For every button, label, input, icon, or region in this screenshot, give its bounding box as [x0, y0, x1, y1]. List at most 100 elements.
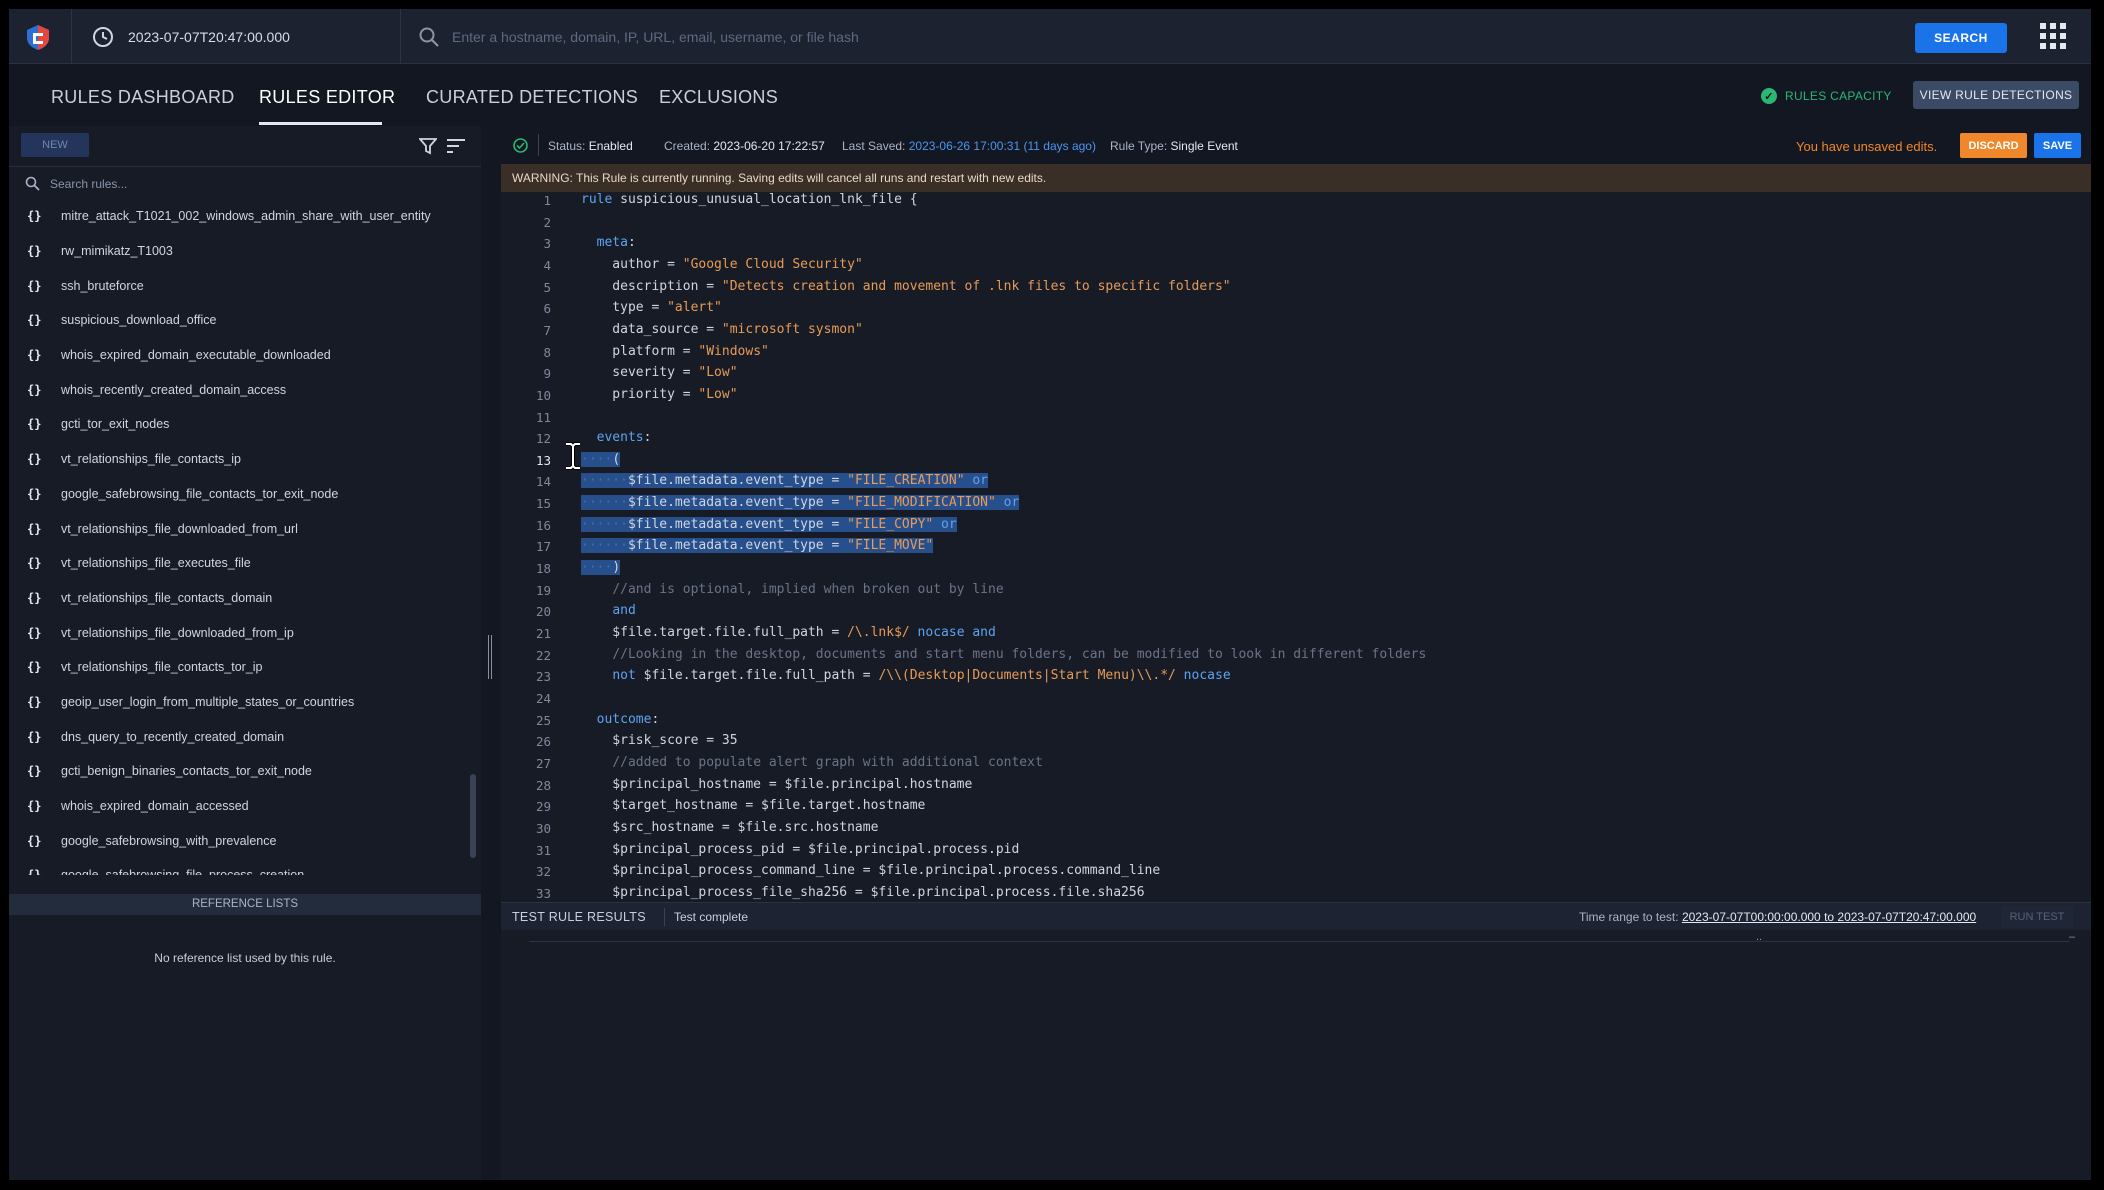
code-line[interactable]: ····( [581, 451, 621, 467]
time-selector[interactable]: 2023-07-07T20:47:00.000 [71, 9, 401, 64]
code-line[interactable]: outcome: [581, 712, 660, 727]
rule-list-scrollbar[interactable] [470, 774, 476, 858]
rule-list-item[interactable]: {} ssh_bruteforce [9, 268, 469, 303]
rule-list-item[interactable]: {} google_safebrowsing_file_contacts_tor_… [9, 477, 469, 512]
code-line[interactable]: //Looking in the desktop, documents and … [581, 647, 1426, 662]
code-line[interactable]: ······$file.metadata.event_type = "FILE_… [581, 495, 1020, 511]
code-line[interactable]: description = "Detects creation and move… [581, 279, 1230, 294]
rules-capacity-link[interactable]: ✓ RULES CAPACITY [1761, 88, 1892, 104]
rule-list-item[interactable]: {} whois_expired_domain_executable_downlo… [9, 338, 469, 373]
rule-list-item[interactable]: {} whois_expired_domain_accessed [9, 789, 469, 824]
line-number: 23 [535, 669, 551, 685]
code-line[interactable]: $file.target.file.full_path = /\.lnk$/ n… [581, 625, 996, 640]
rule-list-item[interactable]: {} mitre_attack_T1021_002_windows_admin_s… [9, 199, 469, 234]
rule-list-item[interactable]: {} google_safebrowsing_with_prevalence [9, 823, 469, 858]
rule-list-item[interactable]: {} vt_relationships_file_contacts_tor_ip [9, 650, 469, 685]
code-line[interactable]: $principal_process_command_line = $file.… [581, 863, 1160, 878]
brackets-icon: {} [27, 764, 42, 779]
rule-list-item[interactable]: {} vt_relationships_file_downloaded_from_… [9, 511, 469, 546]
line-number: 22 [535, 647, 551, 663]
apps-grid-icon[interactable] [2040, 23, 2066, 49]
brackets-icon: {} [27, 452, 42, 467]
rule-created: Created: 2023-06-20 17:22:57 [664, 139, 825, 153]
discard-button[interactable]: DISCARD [1960, 133, 2027, 158]
line-number: 21 [535, 626, 551, 641]
rule-list-item[interactable]: {} vt_relationships_file_downloaded_from_… [9, 615, 469, 650]
code-line[interactable]: ······$file.metadata.event_type = "FILE_… [581, 473, 989, 489]
rule-list-item[interactable]: {} dns_query_to_recently_created_domain [9, 719, 469, 754]
rule-list-item[interactable]: {} geoip_user_login_from_multiple_states_… [9, 685, 469, 720]
tab-curated-detections[interactable]: CURATED DETECTIONS [426, 87, 638, 108]
save-button[interactable]: SAVE [2034, 133, 2081, 158]
rule-list-item[interactable]: {} gcti_tor_exit_nodes [9, 407, 469, 442]
code-line[interactable]: platform = "Windows" [581, 344, 769, 359]
rule-list-item[interactable]: {} suspicious_download_office [9, 303, 469, 338]
rule-name: rw_mimikatz_T1003 [61, 244, 173, 259]
new-rule-button[interactable]: NEW [21, 133, 89, 157]
rule-name: gcti_tor_exit_nodes [61, 417, 170, 432]
brackets-icon: {} [27, 244, 42, 259]
rule-list-item[interactable]: {} vt_relationships_file_contacts_ip [9, 442, 469, 477]
code-line[interactable]: meta: [581, 235, 636, 250]
tab-exclusions[interactable]: EXCLUSIONS [659, 87, 778, 108]
global-search-input[interactable] [452, 23, 1892, 51]
code-line[interactable]: severity = "Low" [581, 365, 737, 380]
collapse-handle[interactable]: – [2069, 931, 2075, 943]
resize-handle[interactable]: .. [1756, 931, 1762, 943]
code-line[interactable]: priority = "Low" [581, 387, 737, 402]
tab-rules-editor[interactable]: RULES EDITOR [259, 87, 395, 108]
test-results-title[interactable]: TEST RULE RESULTS [512, 910, 646, 924]
brackets-icon: {} [27, 486, 42, 501]
view-rule-detections-button[interactable]: VIEW RULE DETECTIONS [1913, 81, 2079, 109]
code-line[interactable]: data_source = "microsoft sysmon" [581, 322, 862, 337]
tab-rules-dashboard[interactable]: RULES DASHBOARD [51, 87, 235, 108]
code-line[interactable]: ······$file.metadata.event_type = "FILE_… [581, 538, 934, 554]
code-line[interactable]: author = "Google Cloud Security" [581, 257, 862, 272]
code-line[interactable]: $target_hostname = $file.target.hostname [581, 798, 925, 813]
rule-name: google_safebrowsing_with_prevalence [61, 833, 277, 848]
splitter-handle[interactable] [488, 635, 492, 679]
code-line[interactable]: $src_hostname = $file.src.hostname [581, 820, 878, 835]
code-line[interactable]: ······$file.metadata.event_type = "FILE_… [581, 516, 957, 532]
code-line[interactable]: $principal_hostname = $file.principal.ho… [581, 777, 972, 792]
code-line[interactable]: rule suspicious_unusual_location_lnk_fil… [581, 192, 918, 207]
rule-list-item[interactable]: {} gcti_benign_binaries_contacts_tor_exit… [9, 754, 469, 789]
clock-icon [93, 27, 113, 47]
code-line[interactable]: $principal_process_file_sha256 = $file.p… [581, 885, 1144, 900]
rule-search-input[interactable] [50, 173, 450, 195]
brackets-icon: {} [27, 382, 42, 397]
reference-lists-empty: No reference list used by this rule. [154, 951, 336, 965]
code-line[interactable]: type = "alert" [581, 300, 722, 315]
code-editor[interactable]: 1 rule suspicious_unusual_location_lnk_fi… [501, 192, 2091, 902]
sort-icon[interactable] [446, 137, 466, 155]
line-number: 24 [535, 690, 551, 706]
rule-name: vt_relationships_file_contacts_domain [61, 590, 273, 605]
rule-list-item[interactable]: {} vt_relationships_file_contacts_domain [9, 581, 469, 616]
code-line[interactable]: $risk_score = 35 [581, 733, 737, 748]
brackets-icon: {} [27, 694, 42, 709]
rule-list-item[interactable]: {} whois_recently_created_domain_access [9, 372, 469, 407]
code-line[interactable]: $principal_process_pid = $file.principal… [581, 842, 1019, 857]
run-test-button[interactable]: RUN TEST [2001, 906, 2073, 928]
code-line[interactable]: events: [581, 430, 652, 445]
code-line[interactable]: and [581, 603, 635, 618]
rule-list-item[interactable]: {} vt_relationships_file_executes_file [9, 546, 469, 581]
line-number: 1 [543, 193, 551, 208]
code-line[interactable]: not $file.target.file.full_path = /\\(De… [581, 668, 1230, 683]
search-button[interactable]: SEARCH [1915, 23, 2007, 53]
rule-list-item[interactable]: {} rw_mimikatz_T1003 [9, 234, 469, 269]
panel-splitter[interactable] [481, 126, 501, 1180]
check-circle-icon [513, 138, 528, 153]
test-status: Test complete [674, 910, 749, 924]
code-line[interactable]: //and is optional, implied when broken o… [581, 582, 1003, 597]
line-number: 11 [535, 409, 551, 425]
code-line[interactable]: //added to populate alert graph with add… [581, 755, 1042, 770]
test-results-bar: TEST RULE RESULTS Test complete Time ran… [501, 902, 2091, 930]
time-range-link[interactable]: 2023-07-07T00:00:00.000 to 2023-07-07T20… [1682, 910, 1976, 924]
code-line[interactable]: ····) [581, 560, 621, 576]
brackets-icon: {} [27, 625, 42, 640]
filter-icon[interactable] [419, 137, 437, 155]
rule-list-item[interactable]: {} google_safebrowsing_file_process_creat… [9, 858, 469, 875]
logo-icon[interactable] [24, 23, 52, 51]
last-saved-link[interactable]: 2023-06-26 17:00:31 (11 days ago) [909, 139, 1096, 153]
